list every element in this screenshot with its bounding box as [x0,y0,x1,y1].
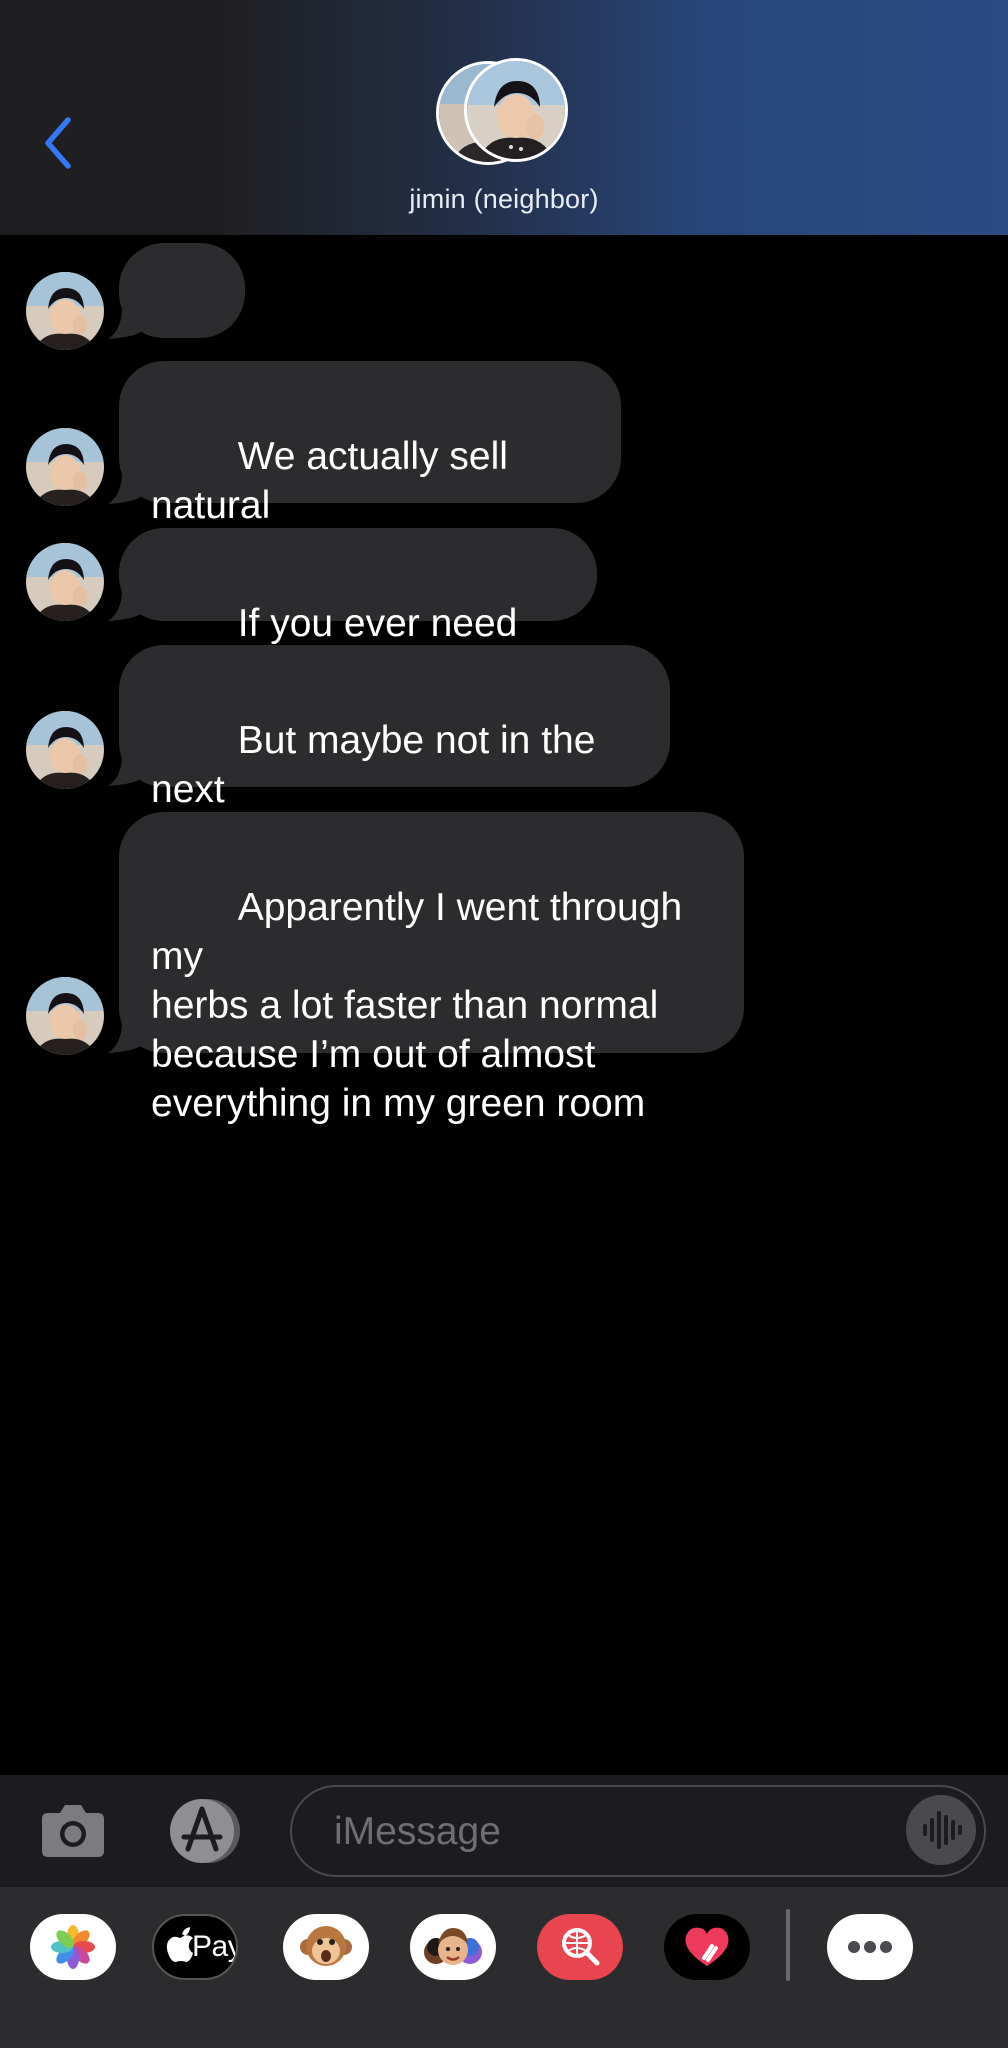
image-search-app-button[interactable] [537,1914,623,1980]
photos-app-button[interactable] [30,1914,116,1980]
more-apps-button[interactable] [827,1914,913,1980]
contact-avatar-stack[interactable] [436,58,572,168]
message-thread: Oh We actually sell natural medicines at [0,235,1008,1775]
animoji-monkey-icon [300,1926,352,1966]
audio-message-button[interactable] [906,1795,976,1865]
conversation-header: jimin (neighbor) [0,0,1008,235]
app-store-icon [170,1799,240,1863]
drawer-divider [786,1909,790,1981]
message-row: Apparently I went through my herbs a lot… [0,812,1008,1125]
back-button[interactable] [38,112,84,174]
camera-icon [42,1805,104,1857]
message-field[interactable] [290,1785,986,1877]
message-text: Apparently I went through my herbs a lot… [151,886,683,1125]
chevron-left-icon [45,117,71,169]
digital-touch-app-button[interactable] [664,1914,750,1980]
message-row: Oh [0,243,1008,409]
composer-bar [0,1775,1008,1887]
digital-touch-icon [685,1927,729,1966]
camera-button[interactable] [38,1799,108,1861]
sender-avatar[interactable] [26,977,104,1055]
app-store-button[interactable] [162,1797,246,1865]
sender-avatar[interactable] [26,711,104,789]
message-input[interactable] [332,1787,876,1876]
image-search-icon [562,1928,600,1966]
apple-pay-button[interactable]: Pay [152,1914,238,1980]
waveform-icon [923,1811,962,1849]
contact-avatar [464,58,568,162]
message-bubble[interactable]: Oh [119,243,245,409]
contact-name[interactable]: jimin (neighbor) [0,184,1008,215]
messages-screen: jimin (neighbor) Oh [0,0,1008,2048]
message-row: If you ever need them [0,528,1008,694]
photos-icon [51,1925,95,1969]
message-bubble[interactable]: If you ever need them [119,528,597,694]
memoji-icon [424,1928,482,1965]
memoji-app-button[interactable] [410,1914,496,1980]
sender-avatar[interactable] [26,543,104,621]
more-apps-icon [848,1941,892,1953]
message-bubble[interactable]: We actually sell natural medicines at ou… [119,361,621,576]
sender-avatar[interactable] [26,428,104,506]
animoji-app-button[interactable] [283,1914,369,1980]
message-bubble[interactable]: Apparently I went through my herbs a lot… [119,812,744,1125]
app-drawer: Pay [0,1887,1008,2048]
message-row: We actually sell natural medicines at ou… [0,361,1008,576]
message-bubble[interactable]: But maybe not in the next few days [119,645,670,860]
sender-avatar[interactable] [26,272,104,350]
message-row: But maybe not in the next few days [0,645,1008,860]
apple-pay-label: Pay [192,1930,238,1963]
